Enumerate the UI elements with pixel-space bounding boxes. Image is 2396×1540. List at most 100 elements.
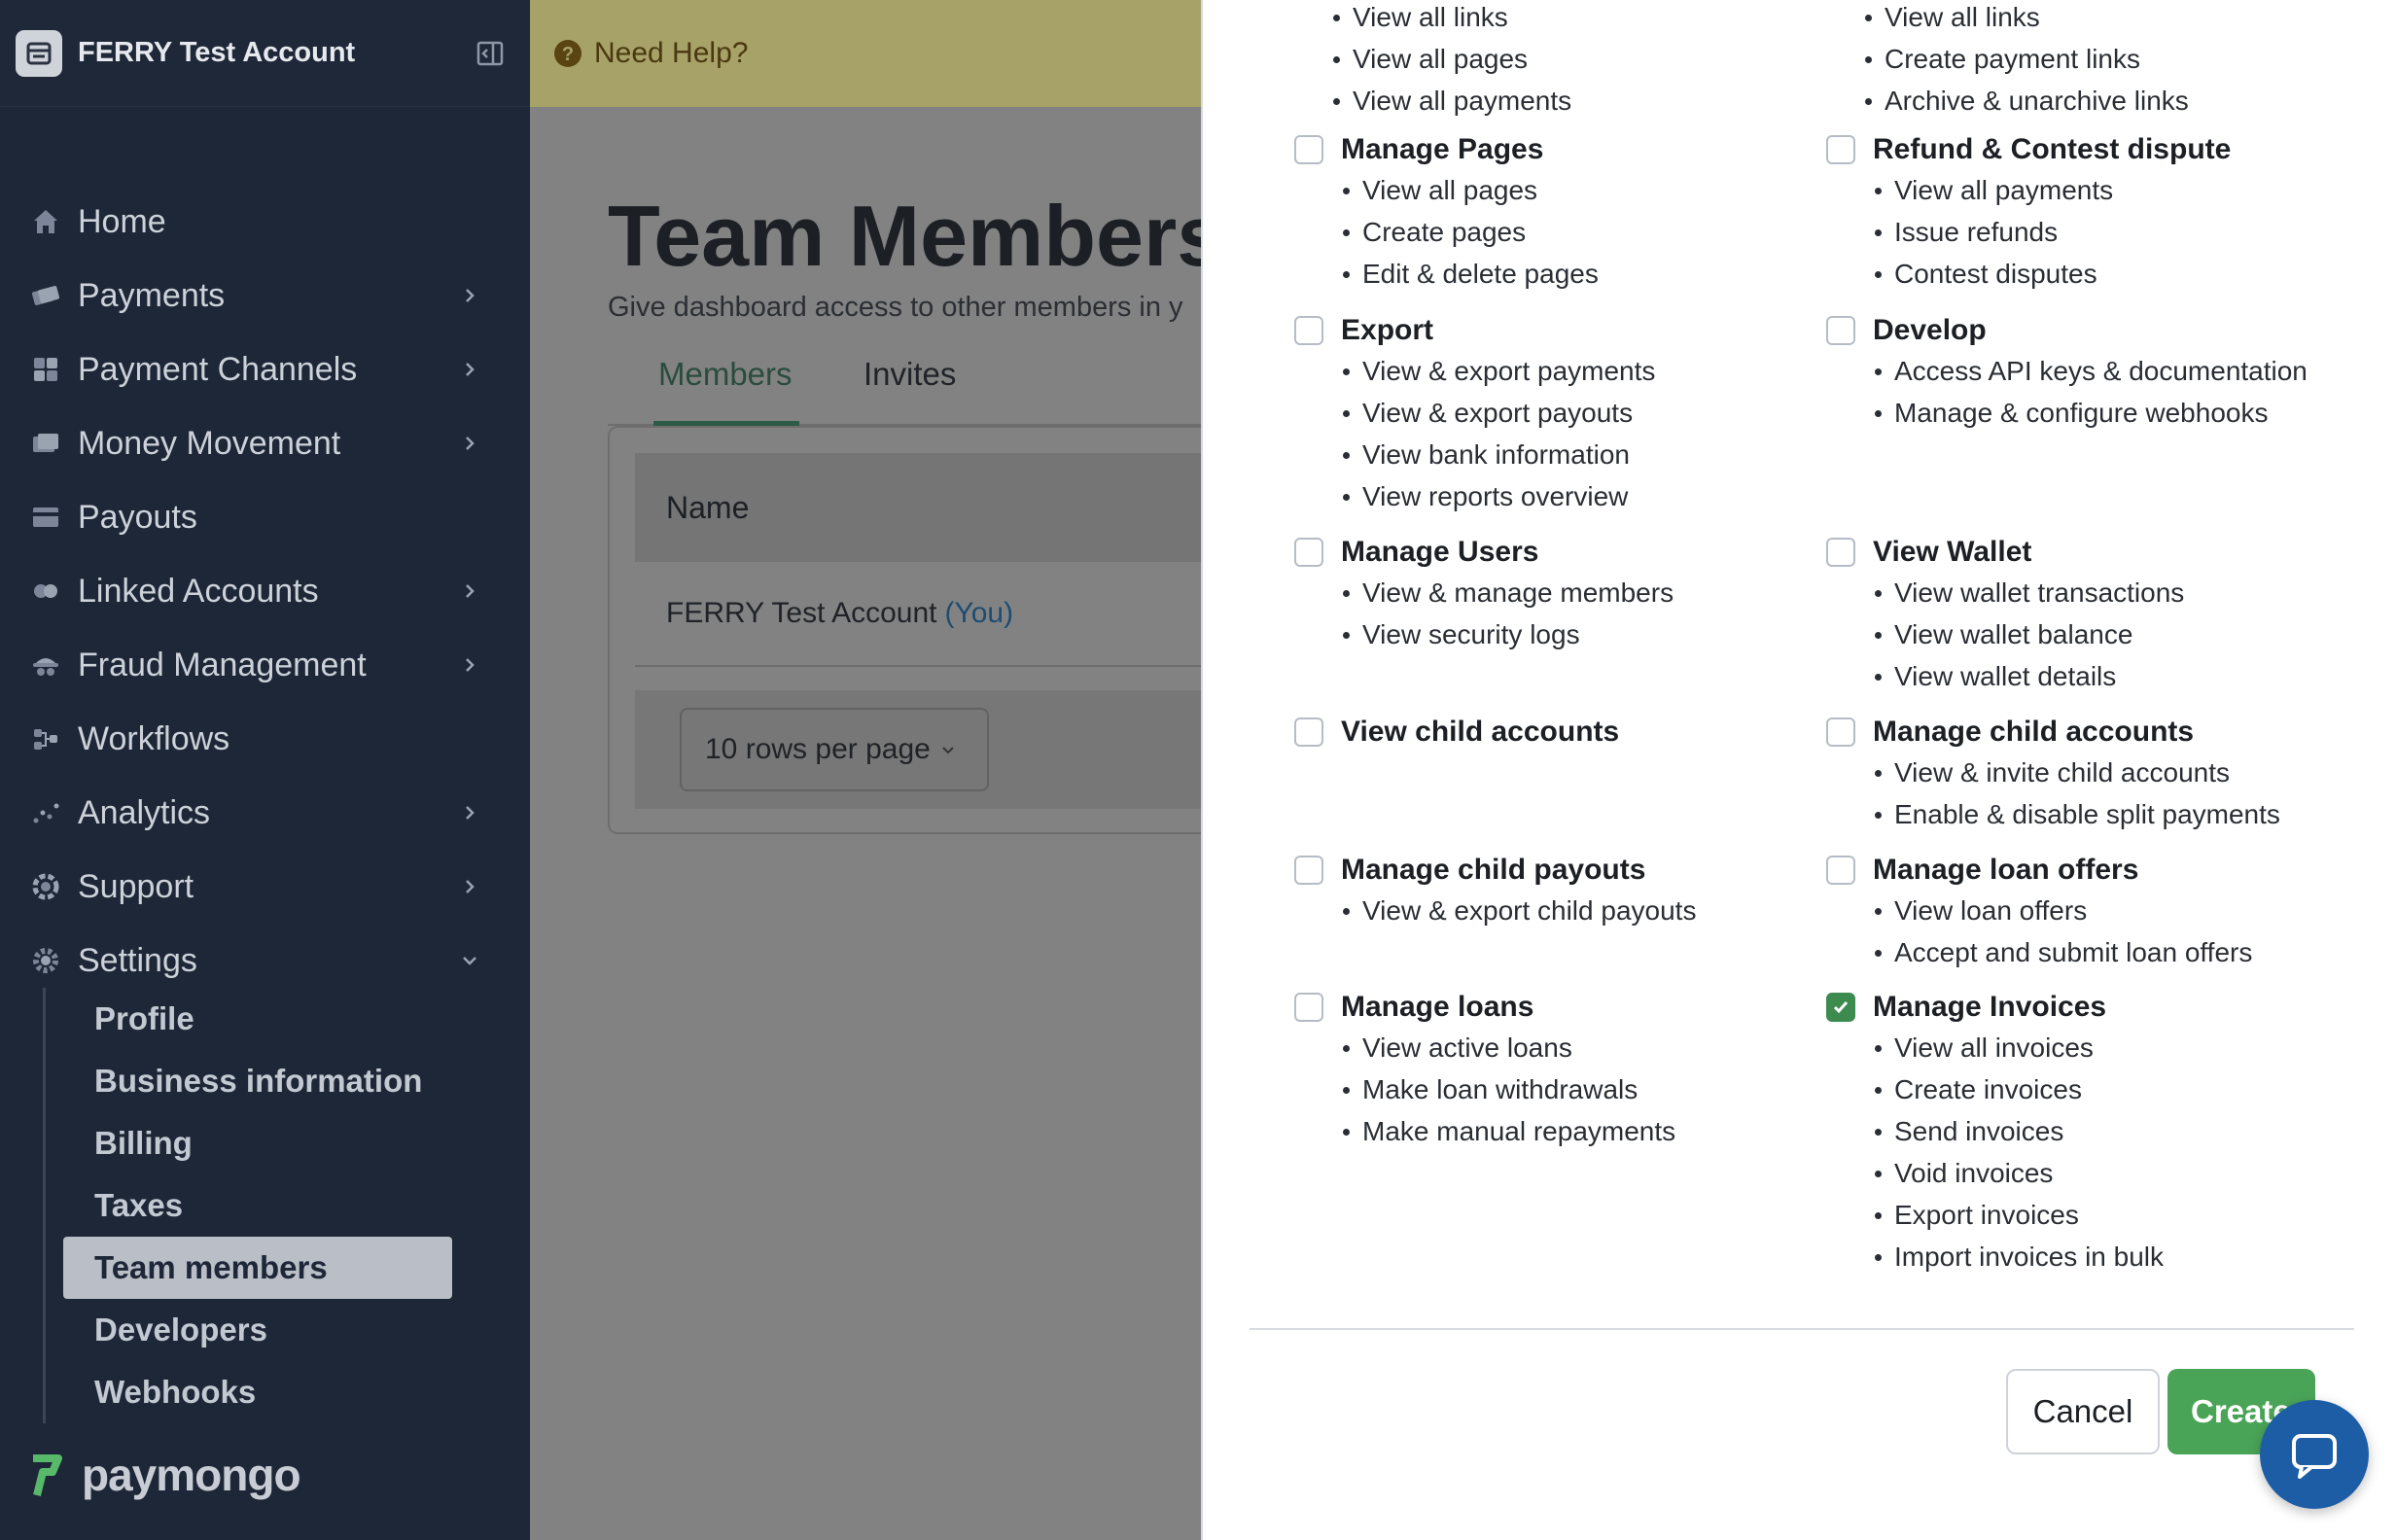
- permission-title: Develop: [1873, 314, 1987, 346]
- export-checkbox[interactable]: [1294, 316, 1323, 345]
- rows-per-page-select[interactable]: 10 rows per page: [680, 708, 989, 791]
- tab-members[interactable]: Members: [658, 356, 793, 393]
- help-link[interactable]: Need Help?: [594, 37, 748, 70]
- manage-users-checkbox[interactable]: [1294, 538, 1323, 567]
- chevron-right-icon: [466, 363, 475, 376]
- cancel-button[interactable]: Cancel: [2006, 1369, 2160, 1454]
- sidebar-item-business-information[interactable]: Business information: [63, 1050, 452, 1112]
- sidebar-item-webhooks[interactable]: Webhooks: [63, 1361, 452, 1423]
- permission-develop: Develop Access API keys & documentation …: [1826, 311, 2308, 434]
- permission-title: Manage loan offers: [1873, 854, 2139, 886]
- develop-checkbox[interactable]: [1826, 316, 1855, 345]
- sidebar-item-team-members[interactable]: Team members: [63, 1237, 452, 1299]
- tab-invites[interactable]: Invites: [863, 356, 956, 393]
- permission-manage-loan-offers: Manage loan offers View loan offers Acce…: [1826, 851, 2252, 973]
- permission-item: Make manual repayments: [1341, 1110, 1675, 1152]
- chevron-right-icon: [466, 658, 475, 672]
- refund-contest-checkbox[interactable]: [1826, 135, 1855, 164]
- nav-label: Settings: [78, 941, 197, 979]
- nav-label: Workflows: [78, 719, 230, 757]
- add-member-panel: View all links View all pages View all p…: [1201, 0, 2396, 1540]
- nav-item-money-movement[interactable]: Money Movement: [0, 406, 530, 480]
- permission-item: View & invite child accounts: [1873, 752, 2280, 793]
- permission-item: Manage & configure webhooks: [1873, 392, 2308, 434]
- analytics-icon: [29, 796, 62, 829]
- partial-permission-list-right: View all links Create payment links Arch…: [1863, 0, 2189, 122]
- nav-item-linked-accounts[interactable]: Linked Accounts: [0, 554, 530, 628]
- nav-item-analytics[interactable]: Analytics: [0, 776, 530, 850]
- permission-manage-child-accounts: Manage child accounts View & invite chil…: [1826, 713, 2280, 835]
- chevron-right-icon: [466, 880, 475, 893]
- permission-item: View all payments: [1873, 169, 2231, 211]
- manage-child-accounts-checkbox[interactable]: [1826, 718, 1855, 747]
- nav-label: Linked Accounts: [78, 572, 319, 610]
- nav-item-payment-channels[interactable]: Payment Channels: [0, 332, 530, 406]
- permission-title: Manage Pages: [1341, 133, 1544, 165]
- permission-item: Contest disputes: [1873, 253, 2231, 295]
- permission-item: View reports overview: [1341, 475, 1655, 517]
- chevron-down-icon: [942, 747, 954, 754]
- linked-accounts-icon: [29, 575, 62, 608]
- permission-item: View wallet balance: [1873, 613, 2184, 655]
- rows-per-page-value: 10 rows per page: [705, 733, 931, 765]
- permission-item: View bank information: [1341, 434, 1655, 475]
- permission-item: Enable & disable split payments: [1873, 793, 2280, 835]
- nav-label: Payments: [78, 276, 226, 314]
- nav-item-workflows[interactable]: Workflows: [0, 702, 530, 776]
- permission-manage-loans: Manage loans View active loans Make loan…: [1294, 988, 1675, 1152]
- account-icon: [16, 29, 62, 77]
- permission-item: Void invoices: [1873, 1152, 2164, 1194]
- permission-item: View all links: [1331, 0, 1571, 38]
- members-table-card: Name FERRY Test Account (You) 10 rows pe…: [608, 426, 1201, 834]
- manage-child-payouts-checkbox[interactable]: [1294, 856, 1323, 885]
- help-banner[interactable]: ? Need Help?: [530, 0, 1201, 107]
- nav-label: Payment Channels: [78, 350, 358, 388]
- permission-manage-users: Manage Users View & manage members View …: [1294, 533, 1674, 655]
- permission-title: Refund & Contest dispute: [1873, 133, 2232, 165]
- permission-item: View wallet details: [1873, 655, 2184, 697]
- nav-item-fraud-management[interactable]: Fraud Management: [0, 628, 530, 702]
- view-child-accounts-checkbox[interactable]: [1294, 718, 1323, 747]
- sidebar-item-profile[interactable]: Profile: [63, 988, 452, 1050]
- help-icon: ?: [554, 40, 581, 67]
- nav-item-payouts[interactable]: Payouts: [0, 480, 530, 554]
- permission-item: Issue refunds: [1873, 211, 2231, 253]
- chevron-right-icon: [466, 806, 475, 820]
- manage-loan-offers-checkbox[interactable]: [1826, 856, 1855, 885]
- checkmark-icon: [1833, 1001, 1849, 1014]
- paymongo-logo-icon: [33, 1454, 62, 1496]
- permission-item: View all links: [1863, 0, 2189, 38]
- manage-pages-checkbox[interactable]: [1294, 135, 1323, 164]
- permission-title: View Wallet: [1873, 536, 2032, 568]
- workflows-icon: [29, 722, 62, 755]
- permission-item: Accept and submit loan offers: [1873, 931, 2252, 973]
- page-title: Team Members: [608, 188, 1201, 284]
- nav-item-support[interactable]: Support: [0, 850, 530, 924]
- table-row[interactable]: FERRY Test Account (You): [635, 562, 1201, 667]
- sidebar-item-developers[interactable]: Developers: [63, 1299, 452, 1361]
- permission-item: View all payments: [1331, 80, 1571, 122]
- sidebar-item-taxes[interactable]: Taxes: [63, 1174, 452, 1237]
- payments-icon: [29, 279, 62, 312]
- permission-title: Manage Invoices: [1873, 991, 2107, 1023]
- account-switcher[interactable]: FERRY Test Account: [0, 0, 530, 107]
- nav-item-settings[interactable]: Settings: [0, 924, 530, 998]
- permission-item: View security logs: [1341, 613, 1674, 655]
- manage-invoices-checkbox[interactable]: [1826, 993, 1855, 1022]
- permission-item: View loan offers: [1873, 890, 2252, 931]
- payment-channels-icon: [29, 353, 62, 386]
- nav-item-payments[interactable]: Payments: [0, 259, 530, 332]
- collapse-sidebar-icon[interactable]: [476, 39, 505, 68]
- manage-loans-checkbox[interactable]: [1294, 993, 1323, 1022]
- permission-export: Export View & export payments View & exp…: [1294, 311, 1655, 517]
- chat-support-button[interactable]: [2260, 1400, 2369, 1509]
- permission-item: Edit & delete pages: [1341, 253, 1599, 295]
- view-wallet-checkbox[interactable]: [1826, 538, 1855, 567]
- permission-item: Create payment links: [1863, 38, 2189, 80]
- permission-item: Create pages: [1341, 211, 1599, 253]
- fraud-management-icon: [29, 648, 62, 682]
- permission-title: Manage child accounts: [1873, 716, 2195, 748]
- sidebar-item-billing[interactable]: Billing: [63, 1112, 452, 1174]
- home-icon: [29, 205, 62, 238]
- nav-item-home[interactable]: Home: [0, 185, 530, 259]
